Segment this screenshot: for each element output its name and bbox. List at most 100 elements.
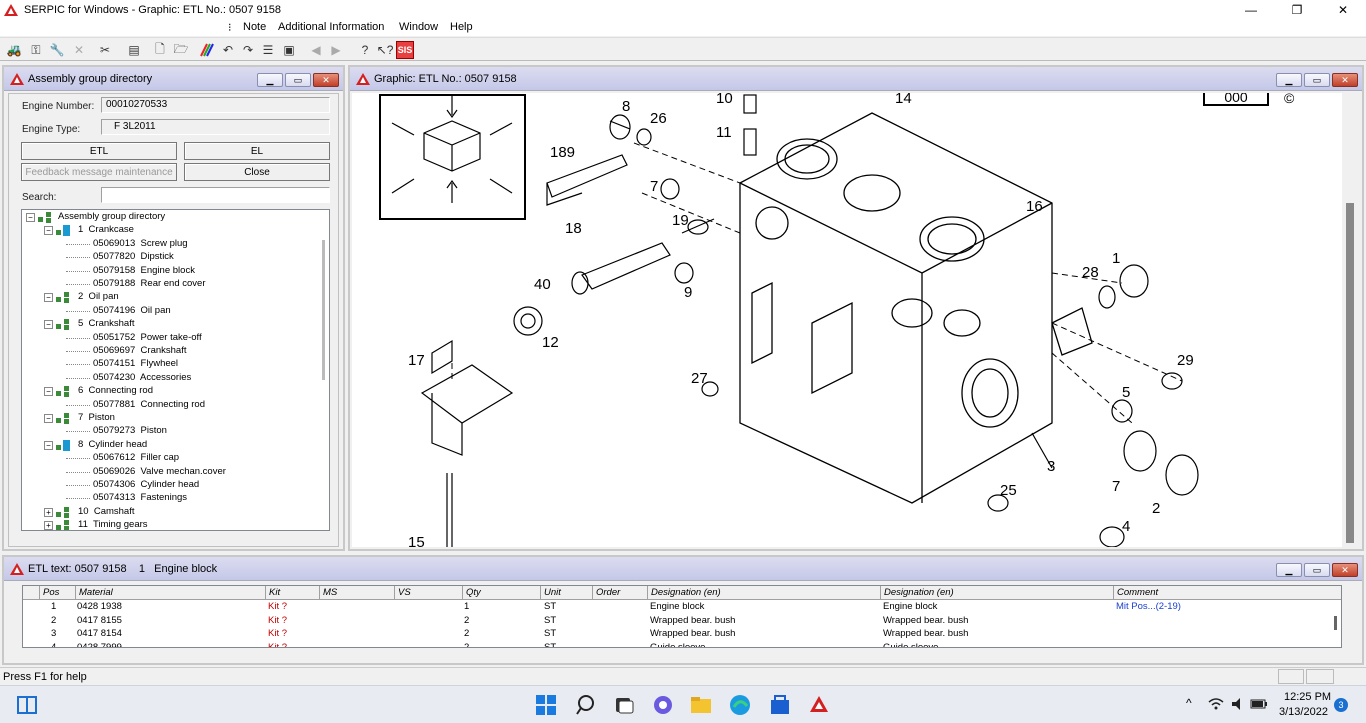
part-callout[interactable]: 3	[1047, 458, 1055, 475]
clock-date[interactable]: 3/13/2022	[1279, 706, 1328, 718]
tree-item-label[interactable]: 05067612 Filler cap	[93, 452, 179, 463]
table-cell-qty[interactable]: 2	[464, 642, 469, 648]
graphic-scroll-thumb[interactable]	[1346, 203, 1354, 543]
help-icon[interactable]: ?	[356, 41, 374, 59]
tree-scrollbar[interactable]	[322, 240, 325, 380]
part-callout[interactable]: 28	[1082, 264, 1099, 281]
assembly-minimize-button[interactable]: ▁	[257, 73, 283, 87]
tree-item-label[interactable]: 05069026 Valve mechan.cover	[93, 466, 226, 477]
tree-group-label[interactable]: 1 Crankcase	[78, 224, 134, 235]
edge-icon[interactable]	[729, 694, 751, 716]
part-callout[interactable]: 17	[408, 352, 425, 369]
minimize-button[interactable]: —	[1228, 0, 1274, 20]
part-callout[interactable]: 4	[1122, 518, 1130, 535]
car-icon[interactable]: 🚜	[5, 41, 23, 59]
tree-item-label[interactable]: 05079273 Piston	[93, 425, 167, 436]
tree-group-label[interactable]: 11 Timing gears	[78, 519, 148, 530]
tree-group-label[interactable]: 2 Oil pan	[78, 291, 119, 302]
detail-icon[interactable]: ▣	[280, 41, 298, 59]
etl-close-button[interactable]: ✕	[1332, 563, 1358, 577]
table-cell-qty[interactable]: 2	[464, 615, 469, 626]
table-cell-pos[interactable]: 4	[51, 642, 56, 648]
deutz-app-icon[interactable]	[808, 694, 830, 716]
table-cell-pos[interactable]: 2	[51, 615, 56, 626]
graphic-close-button[interactable]: ✕	[1332, 73, 1358, 87]
table-cell-comment[interactable]: Mit Pos...(2-19)	[1116, 601, 1181, 612]
tree-item-label[interactable]: 05074306 Cylinder head	[93, 479, 199, 490]
tree-group-label[interactable]: 7 Piston	[78, 412, 115, 423]
table-cell-des2[interactable]: Wrapped bear. bush	[883, 628, 968, 639]
part-callout[interactable]: 40	[534, 276, 551, 293]
tree-item-label[interactable]: 05074151 Flywheel	[93, 358, 178, 369]
table-cell-des2[interactable]: Wrapped bear. bush	[883, 615, 968, 626]
menu-window[interactable]: Window	[399, 21, 438, 33]
part-callout[interactable]: 5	[1122, 384, 1130, 401]
tree-item-label[interactable]: 05077881 Connecting rod	[93, 399, 205, 410]
part-callout[interactable]: 26	[650, 110, 667, 127]
store-icon[interactable]	[769, 694, 791, 716]
undo-icon[interactable]: ↶	[219, 41, 237, 59]
tree-expander[interactable]: +	[44, 507, 53, 517]
column-header[interactable]: Kit	[266, 586, 320, 600]
column-header[interactable]: Material	[76, 586, 266, 600]
new-doc-icon[interactable]: 🗋	[151, 41, 169, 59]
print-icon[interactable]: ▤	[125, 41, 143, 59]
table-cell-kit[interactable]: Kit ?	[268, 642, 287, 648]
wifi-icon[interactable]	[1208, 697, 1224, 711]
tree-group-label[interactable]: 6 Connecting rod	[78, 385, 153, 396]
notification-badge[interactable]: 3	[1334, 698, 1348, 712]
column-header[interactable]: VS	[395, 586, 463, 600]
menu-note[interactable]: Note	[243, 21, 266, 33]
table-cell-unit[interactable]: ST	[544, 615, 556, 626]
volume-icon[interactable]	[1230, 697, 1246, 711]
task-view-icon[interactable]	[16, 694, 38, 716]
column-header[interactable]: Designation (en)	[648, 586, 881, 600]
menu-additional-information[interactable]: Additional Information	[278, 21, 384, 33]
part-callout[interactable]: 1	[1112, 250, 1120, 267]
close-button[interactable]: ✕	[1320, 0, 1366, 20]
open-folder-icon[interactable]: 🗁	[172, 41, 190, 59]
graphic-minimize-button[interactable]: ▁	[1276, 73, 1302, 87]
list-icon[interactable]: ☰	[259, 41, 277, 59]
menu-help[interactable]: Help	[450, 21, 473, 33]
table-cell-des1[interactable]: Engine block	[650, 601, 704, 612]
start-icon[interactable]	[535, 694, 557, 716]
etl-minimize-button[interactable]: ▁	[1276, 563, 1302, 577]
part-callout[interactable]: 16	[1026, 198, 1043, 215]
column-header[interactable]: Unit	[541, 586, 593, 600]
assembly-close-button[interactable]: ✕	[313, 73, 339, 87]
table-cell-kit[interactable]: Kit ?	[268, 615, 287, 626]
taskview-icon[interactable]	[612, 694, 634, 716]
part-callout[interactable]: 8	[622, 98, 630, 115]
table-cell-material[interactable]: 0428 7999	[77, 642, 122, 648]
table-scrollbar[interactable]	[1334, 616, 1337, 630]
table-cell-des1[interactable]: Wrapped bear. bush	[650, 615, 735, 626]
scissors-icon[interactable]: ✂	[96, 41, 114, 59]
tree-expander[interactable]: +	[44, 521, 53, 530]
table-cell-qty[interactable]: 1	[464, 601, 469, 612]
tree-expander[interactable]: −	[44, 414, 53, 423]
part-callout[interactable]: 27	[691, 370, 708, 387]
sis-icon[interactable]: SIS	[396, 41, 414, 59]
table-cell-des1[interactable]: Wrapped bear. bush	[650, 628, 735, 639]
wrench-icon[interactable]: 🔧	[48, 41, 66, 59]
tree-item-label[interactable]: 05079158 Engine block	[93, 265, 195, 276]
part-callout[interactable]: 12	[542, 334, 559, 351]
search-icon[interactable]	[575, 694, 597, 716]
part-callout[interactable]: 11	[716, 124, 732, 141]
table-cell-kit[interactable]: Kit ?	[268, 628, 287, 639]
graphic-maximize-button[interactable]: ▭	[1304, 73, 1330, 87]
table-cell-material[interactable]: 0417 8154	[77, 628, 122, 639]
tree-expander[interactable]: −	[44, 226, 53, 236]
tree-item-label[interactable]: 05074196 Oil pan	[93, 305, 171, 316]
part-callout[interactable]: 9	[684, 284, 692, 301]
tree-group-label[interactable]: 5 Crankshaft	[78, 318, 135, 329]
part-callout[interactable]: 189	[550, 144, 575, 161]
part-callout[interactable]: 15	[408, 534, 425, 547]
column-header[interactable]: MS	[320, 586, 395, 600]
column-header[interactable]: Order	[593, 586, 648, 600]
table-cell-qty[interactable]: 2	[464, 628, 469, 639]
tree-item-label[interactable]: 05077820 Dipstick	[93, 251, 174, 262]
column-header[interactable]: Comment	[1114, 586, 1341, 600]
table-cell-des1[interactable]: Guide sleeve	[650, 642, 705, 648]
